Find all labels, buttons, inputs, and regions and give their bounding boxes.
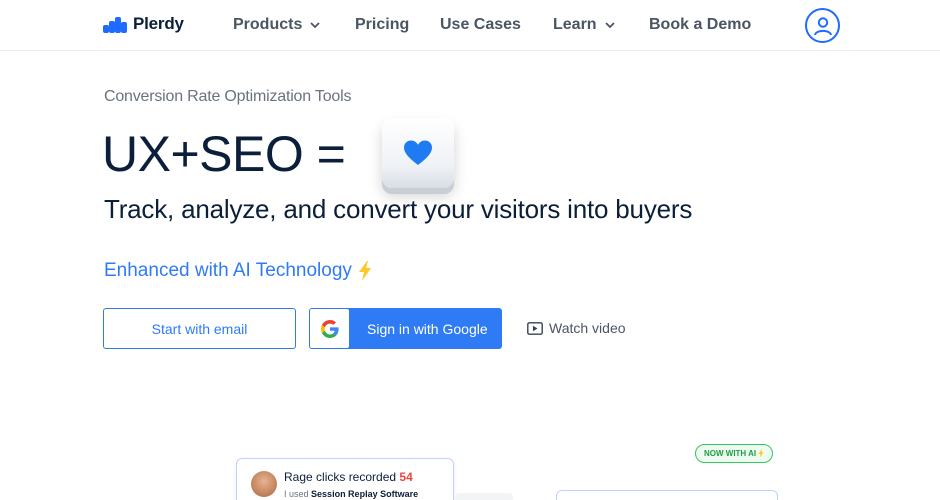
user-circle-icon [813,16,832,35]
play-icon [527,321,543,335]
rage-clicks-text: Rage clicks recorded [284,470,397,484]
preview-card [556,490,778,500]
chevron-down-icon [604,22,615,29]
ai-tagline: Enhanced with AI Technology [104,260,372,282]
chevron-down-icon [310,22,320,29]
hero-subhead: Track, analyze, and convert your visitor… [104,194,693,224]
rage-clicks-subtitle: I used Session Replay Software [284,489,418,499]
start-with-email-label: Start with email [151,320,248,337]
nav-pricing-label: Pricing [355,16,410,33]
google-icon [310,309,349,348]
nav-pricing[interactable]: Pricing [355,16,409,34]
rage-clicks-count: 54 [399,470,413,484]
nav-book-demo-label: Book a Demo [649,16,752,33]
logo-text: Plerdy [133,14,184,33]
watch-video-link[interactable]: Watch video [527,320,626,336]
heart-icon [404,140,432,165]
nav-products[interactable]: Products [233,16,320,34]
rage-sub-prefix: I used [284,489,309,499]
watch-video-label: Watch video [549,320,626,336]
ai-tagline-text: Enhanced with AI Technology [104,260,352,281]
nav-use-cases-label: Use Cases [440,16,521,33]
lightning-icon [758,449,764,458]
hero-eyebrow: Conversion Rate Optimization Tools [104,88,352,105]
now-with-ai-label: NOW WITH AI [704,449,757,458]
nav-learn[interactable]: Learn [553,16,615,34]
avatar [251,471,277,497]
now-with-ai-badge: NOW WITH AI [695,444,774,463]
heart-keycap-icon [382,118,454,188]
rage-sub-product: Session Replay Software [311,489,419,499]
lightning-icon [358,261,371,281]
preview-fragment [455,493,513,500]
sign-in-google-button[interactable]: Sign in with Google [309,308,502,349]
hero-headline: UX+SEO = [102,126,346,182]
account-button[interactable] [805,8,840,43]
plerdy-logo[interactable]: Plerdy [103,14,184,34]
nav-use-cases[interactable]: Use Cases [440,16,521,34]
rage-clicks-card: Rage clicks recorded 54 I used Session R… [236,458,454,500]
rage-clicks-title: Rage clicks recorded 54 [284,470,413,484]
logo-bars-icon [103,15,127,33]
nav-products-label: Products [233,16,303,33]
nav-learn-label: Learn [553,16,597,33]
nav-book-demo[interactable]: Book a Demo [649,16,751,34]
start-with-email-button[interactable]: Start with email [103,308,296,349]
site-header: Plerdy Products Pricing Use Cases Learn … [0,0,940,51]
sign-in-google-label: Sign in with Google [367,320,488,337]
